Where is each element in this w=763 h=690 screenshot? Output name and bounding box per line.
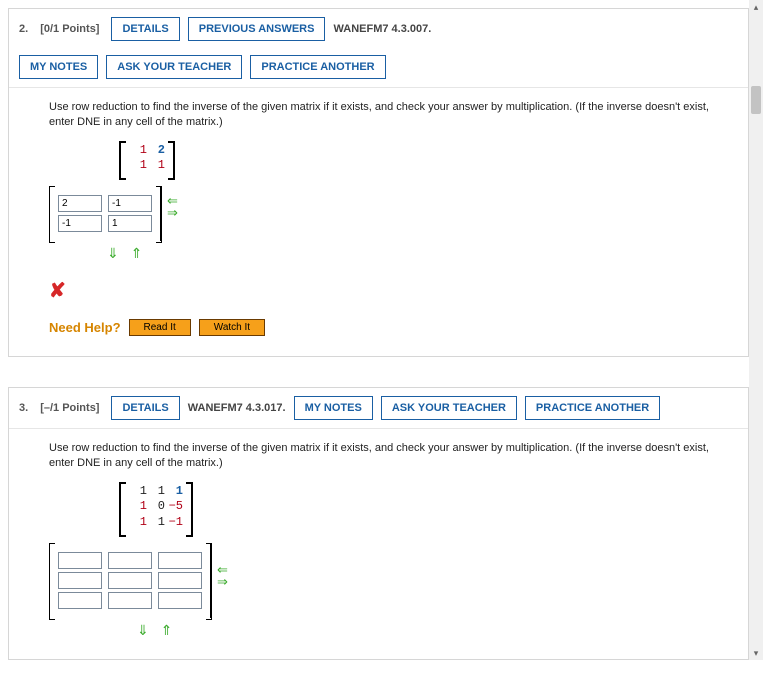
given-matrix: 12 11	[119, 141, 175, 176]
question-3-box: 3. [–/1 Points] DETAILS WANEFM7 4.3.017.…	[8, 387, 749, 660]
my-notes-button[interactable]: MY NOTES	[19, 55, 98, 79]
answer-cell-2-2[interactable]	[158, 592, 202, 609]
answer-cell-0-0[interactable]	[58, 552, 102, 569]
scrollbar-track[interactable]: ▴ ▾	[749, 0, 763, 660]
answer-cell-0-1[interactable]	[108, 195, 152, 212]
question-2-header: 2. [0/1 Points] DETAILS PREVIOUS ANSWERS…	[9, 9, 748, 88]
answer-cell-1-0[interactable]	[58, 572, 102, 589]
answer-cell-1-0[interactable]	[58, 215, 102, 232]
answer-matrix	[49, 186, 161, 241]
answer-cell-0-2[interactable]	[158, 552, 202, 569]
answer-cell-2-0[interactable]	[58, 592, 102, 609]
details-button[interactable]: DETAILS	[111, 17, 179, 41]
expand-arrows-down[interactable]: ⇓ ⇑	[107, 245, 732, 262]
question-number: 3.	[19, 402, 28, 414]
watch-it-button[interactable]: Watch It	[199, 319, 265, 336]
answer-cell-1-2[interactable]	[158, 572, 202, 589]
given-matrix: 111 10−5 11−1	[119, 482, 193, 533]
answer-cell-2-1[interactable]	[108, 592, 152, 609]
answer-cell-0-0[interactable]	[58, 195, 102, 212]
answer-cell-1-1[interactable]	[108, 572, 152, 589]
question-instructions: Use row reduction to find the inverse of…	[49, 100, 732, 131]
ask-teacher-button[interactable]: ASK YOUR TEACHER	[381, 396, 517, 420]
need-help-label: Need Help?	[49, 320, 121, 335]
answer-matrix	[49, 543, 211, 618]
question-instructions: Use row reduction to find the inverse of…	[49, 441, 732, 472]
my-notes-button[interactable]: MY NOTES	[294, 396, 373, 420]
incorrect-icon: ✘	[49, 278, 732, 303]
expand-arrows-right[interactable]: ⇐⇒	[217, 543, 228, 587]
practice-another-button[interactable]: PRACTICE ANOTHER	[525, 396, 660, 420]
question-3-header: 3. [–/1 Points] DETAILS WANEFM7 4.3.017.…	[9, 388, 748, 429]
scroll-up-arrow[interactable]: ▴	[751, 2, 761, 12]
question-points: [0/1 Points]	[40, 23, 99, 35]
ask-teacher-button[interactable]: ASK YOUR TEACHER	[106, 55, 242, 79]
question-source: WANEFM7 4.3.017.	[188, 402, 286, 414]
previous-answers-button[interactable]: PREVIOUS ANSWERS	[188, 17, 326, 41]
scroll-down-arrow[interactable]: ▾	[751, 648, 761, 658]
question-number: 2.	[19, 23, 28, 35]
read-it-button[interactable]: Read It	[129, 319, 191, 336]
details-button[interactable]: DETAILS	[111, 396, 179, 420]
expand-arrows-right[interactable]: ⇐⇒	[167, 186, 178, 218]
question-source: WANEFM7 4.3.007.	[333, 23, 431, 35]
practice-another-button[interactable]: PRACTICE ANOTHER	[250, 55, 385, 79]
question-points: [–/1 Points]	[40, 402, 99, 414]
scrollbar-thumb[interactable]	[751, 86, 761, 114]
expand-arrows-down[interactable]: ⇓ ⇑	[137, 622, 732, 639]
answer-cell-0-1[interactable]	[108, 552, 152, 569]
answer-cell-1-1[interactable]	[108, 215, 152, 232]
question-2-box: 2. [0/1 Points] DETAILS PREVIOUS ANSWERS…	[8, 8, 749, 357]
